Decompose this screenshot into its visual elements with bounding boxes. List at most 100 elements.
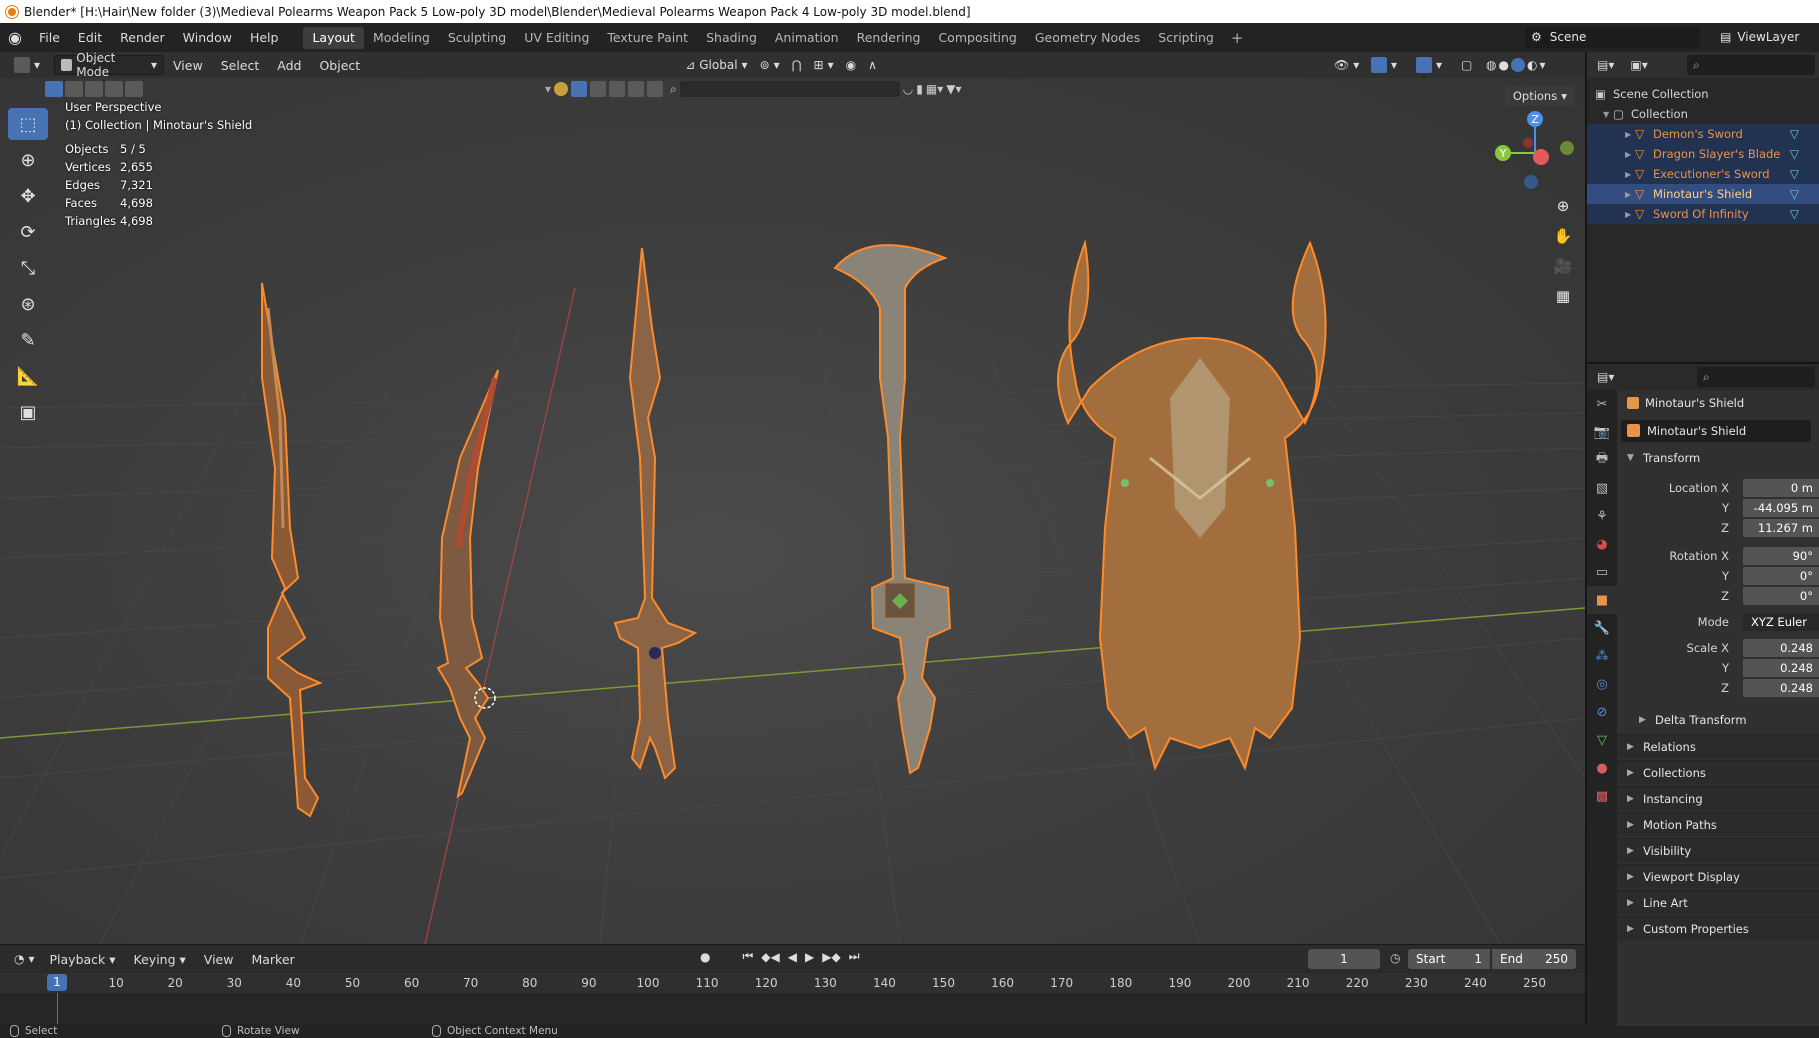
end-frame-field[interactable]: End 250 <box>1492 949 1576 969</box>
mesh-data-icon[interactable]: ▽ <box>1790 207 1799 221</box>
proportional-edit-button[interactable]: ◉ <box>840 55 862 75</box>
location-z-field[interactable]: 11.267 m <box>1743 519 1819 537</box>
transform-tool[interactable]: ⊛ <box>8 288 48 320</box>
visibility-button[interactable]: 👁 ▾ <box>1328 55 1365 75</box>
panel-visibility[interactable]: ▶ Visibility <box>1617 838 1819 862</box>
tab-world[interactable]: ◕ <box>1587 530 1617 558</box>
jump-start-icon[interactable]: ⏮ <box>742 949 753 964</box>
menu-help[interactable]: Help <box>241 30 288 45</box>
location-y-field[interactable]: -44.095 m <box>1743 499 1819 517</box>
zoom-view-button[interactable]: ⊕ <box>1550 193 1576 219</box>
menu-keying[interactable]: Keying ▾ <box>125 952 195 967</box>
properties-editor-type-icon[interactable]: ▤▾ <box>1597 370 1614 384</box>
tab-modeling[interactable]: Modeling <box>364 27 439 49</box>
outliner-object-row[interactable]: ▶ ▽ Dragon Slayer's Blade ▽ <box>1587 144 1819 164</box>
tab-physics[interactable]: ◎ <box>1587 670 1617 698</box>
object-name-field[interactable]: Minotaur's Shield <box>1621 420 1811 442</box>
camera-filter-icon[interactable] <box>628 81 645 97</box>
outliner-object-row[interactable]: ▶ ▽ Executioner's Sword ▽ <box>1587 164 1819 184</box>
collection-row[interactable]: ▼ ▢ Collection <box>1587 104 1819 124</box>
next-keyframe-icon[interactable]: ▶◆ <box>822 950 840 964</box>
mesh-data-icon[interactable]: ▽ <box>1790 147 1799 161</box>
chevron-down-icon[interactable]: ▾ <box>1539 58 1545 72</box>
rotation-z-field[interactable]: 0° <box>1743 587 1819 605</box>
tab-render[interactable]: 📷 <box>1587 418 1617 446</box>
tab-modifiers[interactable]: 🔧 <box>1587 614 1617 642</box>
tab-layout[interactable]: Layout <box>303 26 364 49</box>
pan-view-button[interactable]: ✋ <box>1550 223 1576 249</box>
tab-object[interactable]: ■ <box>1587 586 1617 614</box>
menu-file[interactable]: File <box>30 30 69 45</box>
menu-window[interactable]: Window <box>174 30 241 45</box>
tab-rendering[interactable]: Rendering <box>848 27 930 49</box>
select-intersect-icon[interactable] <box>125 81 143 97</box>
panel-custom-properties[interactable]: ▶ Custom Properties <box>1617 916 1819 940</box>
snap-target-button[interactable]: ⊞ ▾ <box>808 55 840 75</box>
gizmo-neg-x-axis[interactable] <box>1523 138 1533 148</box>
scale-tool[interactable]: ⤡ <box>8 252 48 284</box>
tab-shading[interactable]: Shading <box>697 27 766 49</box>
tab-geometry-nodes[interactable]: Geometry Nodes <box>1026 27 1149 49</box>
snap-button[interactable]: ⋂ <box>786 55 808 75</box>
menu-edit[interactable]: Edit <box>69 30 111 45</box>
ortho-toggle-button[interactable]: ▦ <box>1550 283 1576 309</box>
expand-triangle-icon[interactable]: ▶ <box>1625 130 1635 139</box>
material-icon[interactable] <box>554 82 569 96</box>
light-filter-icon[interactable] <box>609 81 626 97</box>
scene-collection-row[interactable]: ▣ Scene Collection <box>1587 84 1819 104</box>
add-cube-tool[interactable]: ▣ <box>8 396 48 428</box>
overlay-toggle[interactable]: ▾ <box>1410 55 1448 75</box>
rotation-x-field[interactable]: 90° <box>1743 547 1819 565</box>
sword-of-infinity-mesh[interactable] <box>833 244 952 775</box>
tab-material[interactable]: ● <box>1587 754 1617 782</box>
solid-shading-icon[interactable]: ● <box>1498 58 1508 72</box>
measure-tool[interactable]: 📐 <box>8 360 48 392</box>
curve-filter-icon[interactable] <box>590 81 607 97</box>
tab-animation[interactable]: Animation <box>766 27 848 49</box>
expand-triangle-icon[interactable]: ▶ <box>1625 190 1635 199</box>
bookmark-icon[interactable]: ▮ <box>916 82 923 96</box>
mesh-filter-icon[interactable] <box>571 81 588 97</box>
select-extend-icon[interactable] <box>65 81 83 97</box>
prev-keyframe-icon[interactable]: ◆◀ <box>761 950 779 964</box>
rotate-tool[interactable]: ⟳ <box>8 216 48 248</box>
gizmo-neg-y-axis[interactable] <box>1560 141 1574 155</box>
add-workspace-button[interactable]: + <box>1223 29 1252 47</box>
scale-x-field[interactable]: 0.248 <box>1743 639 1819 657</box>
demons-sword-mesh[interactable] <box>261 282 323 818</box>
tab-collection[interactable]: ▭ <box>1587 558 1617 586</box>
falloff-button[interactable]: ∧ <box>862 55 883 75</box>
delta-transform-subpanel[interactable]: ▶ Delta Transform <box>1617 708 1819 732</box>
mesh-data-icon[interactable]: ▽ <box>1790 127 1799 141</box>
gizmo-x-axis[interactable] <box>1533 149 1549 165</box>
scale-z-field[interactable]: 0.248 <box>1743 679 1819 697</box>
outliner-object-row[interactable]: ▶ ▽ Demon's Sword ▽ <box>1587 124 1819 144</box>
empty-filter-icon[interactable] <box>647 81 664 97</box>
transform-panel-header[interactable]: ▼ Transform <box>1617 446 1819 470</box>
outliner-editor-type-icon[interactable]: ▤▾ <box>1597 58 1614 72</box>
outliner-object-row-active[interactable]: ▶ ▽ Minotaur's Shield ▽ <box>1587 184 1819 204</box>
move-tool[interactable]: ✥ <box>8 180 48 212</box>
viewlayer-selector[interactable]: ▤ ViewLayer <box>1720 26 1819 48</box>
select-invert-icon[interactable] <box>105 81 123 97</box>
tab-texture-paint[interactable]: Texture Paint <box>598 27 697 49</box>
rotation-y-field[interactable]: 0° <box>1743 567 1819 585</box>
properties-search-input[interactable]: ⌕ <box>1697 367 1815 387</box>
timeline-editor-type[interactable]: ◔ ▾ <box>8 949 41 969</box>
material-shading-icon[interactable] <box>1510 58 1525 72</box>
transform-orientation-dropdown[interactable]: ⊿ Global ▾ <box>679 55 753 75</box>
minotaurs-shield-mesh[interactable] <box>1057 239 1327 771</box>
editor-type-button[interactable]: ▾ <box>8 55 46 75</box>
executioners-sword-mesh[interactable] <box>613 247 698 780</box>
blender-menu-icon[interactable]: ◉ <box>0 23 30 52</box>
cursor-tool[interactable]: ⊕ <box>8 144 48 176</box>
play-reverse-icon[interactable]: ◀ <box>788 950 797 964</box>
timeline-track[interactable] <box>0 993 1585 1025</box>
pivot-point-button[interactable]: ⊚ ▾ <box>754 55 786 75</box>
playhead-marker[interactable]: 1 <box>47 974 67 991</box>
rotation-mode-dropdown[interactable]: XYZ Euler <box>1743 613 1819 631</box>
menu-marker[interactable]: Marker <box>242 952 303 967</box>
display-mode-icon[interactable]: ▣▾ <box>1630 58 1647 72</box>
tab-compositing[interactable]: Compositing <box>929 27 1025 49</box>
scene-selector[interactable]: ⚙ Scene <box>1525 26 1700 48</box>
